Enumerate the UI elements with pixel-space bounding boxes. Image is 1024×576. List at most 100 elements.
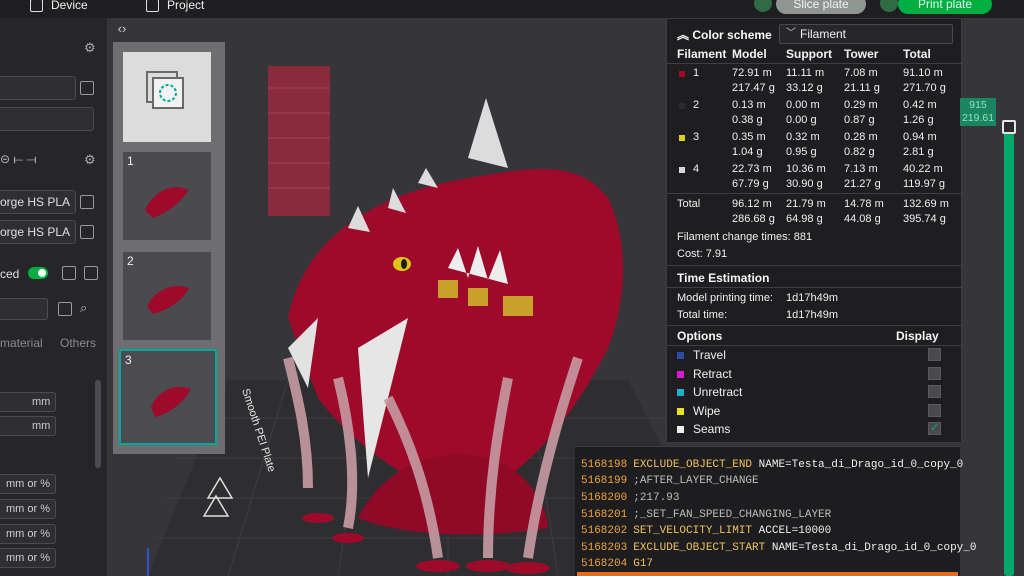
dragon-pupil [401, 259, 407, 269]
gcode-args: ACCEL=10000 [752, 525, 832, 537]
total-g: 2.81 g [903, 146, 934, 158]
seams-checkbox-checked-icon[interactable]: ✓ [928, 422, 941, 435]
wipe-checkbox[interactable] [928, 404, 941, 417]
total-g: 271.70 g [903, 82, 946, 94]
yellow-band-1 [438, 280, 458, 298]
color-scheme-title[interactable]: ︽ Color scheme [677, 26, 772, 43]
layer-slider-track[interactable] [1004, 124, 1014, 576]
search-icon[interactable]: ⌕ [80, 300, 87, 316]
model-g: 1.04 g [732, 146, 763, 158]
filament-swatch-1 [679, 71, 685, 77]
plate-number-2: 2 [127, 254, 134, 268]
col-total: Total [903, 47, 931, 61]
color-scheme-select[interactable]: ﹀ Filament [779, 24, 953, 44]
model-g: 286.68 g [732, 213, 775, 225]
slice-plate-button[interactable]: Slice plate [776, 0, 866, 14]
total-time-label: Total time: [677, 309, 728, 321]
total-g: 119.97 g [903, 178, 946, 190]
yellow-band-2 [468, 288, 488, 306]
tower-m: 7.13 m [844, 163, 878, 175]
support-m: 11.11 m [786, 67, 825, 79]
options-title: Options [677, 329, 723, 343]
print-dropdown-icon[interactable] [880, 0, 898, 12]
unit-label-2: mm [32, 420, 51, 432]
gcode-keyword: SET_VELOCITY_LIMIT [633, 525, 753, 537]
filament-1-edit-icon[interactable] [80, 195, 94, 209]
display-column-label: Display [896, 329, 939, 343]
model-g: 67.79 g [732, 178, 769, 190]
left-panel-scrollbar[interactable] [95, 380, 101, 468]
model-m: 0.13 m [732, 99, 766, 111]
unretract-checkbox[interactable] [928, 385, 941, 398]
total-g: 395.74 g [903, 213, 946, 225]
col-support: Support [786, 47, 832, 61]
layer-slider-handle[interactable] [1002, 120, 1016, 134]
unit-label-3: mm or % [6, 478, 50, 490]
tab-project[interactable]: Project [146, 0, 204, 12]
yellow-band-3 [503, 296, 533, 316]
plate-thumb-1[interactable]: 1 [123, 152, 211, 240]
printer-select[interactable] [0, 76, 76, 100]
model-g: 217.47 g [732, 82, 775, 94]
gcode-line: 5168198 EXCLUDE_OBJECT_END NAME=Testa_di_… [581, 459, 963, 471]
plate-list: 1 2 3 [113, 42, 225, 454]
total-m: 91.10 m [903, 67, 943, 79]
plate-thumb-2[interactable]: 2 [123, 252, 211, 340]
save-icon[interactable] [58, 302, 72, 316]
slicer-app: Device Project Slice plate Print plate ⚙… [0, 0, 1024, 576]
tab-device[interactable]: Device [30, 0, 88, 12]
filament-2-edit-icon[interactable] [80, 225, 94, 239]
support-m: 10.36 m [786, 163, 826, 175]
retract-checkbox[interactable] [928, 367, 941, 380]
time-divider [667, 265, 963, 266]
plate-thumb-3[interactable]: 3 [119, 349, 217, 445]
plate-1-model [145, 187, 189, 218]
total-row-label: Total [677, 198, 701, 210]
cost-value: Cost: 7.91 [677, 248, 728, 260]
print-plate-button[interactable]: Print plate [898, 0, 992, 14]
tab-material[interactable]: material [0, 336, 43, 350]
filament-swatch-2 [679, 103, 685, 109]
filament-settings-icon[interactable]: ⚙ [84, 152, 98, 167]
layer-height: 219.61 [961, 112, 995, 124]
process-icon[interactable] [84, 266, 98, 280]
col-model: Model [732, 47, 767, 61]
total-m: 40.22 m [903, 163, 943, 175]
filament-id: 3 [693, 131, 700, 143]
color-scheme-panel: ︽ Color scheme ﹀ Filament Filament Model… [666, 18, 963, 443]
total-m: 132.69 m [903, 198, 949, 210]
filament-id: 2 [693, 99, 700, 111]
gcode-line-number: 5168203 [581, 542, 628, 554]
option-label-retract: Retract [693, 367, 732, 381]
compare-icon[interactable] [62, 266, 76, 280]
travel-checkbox[interactable] [928, 348, 941, 361]
prime-tower [268, 66, 330, 216]
plate-type-select[interactable] [0, 107, 94, 131]
tower-m: 0.29 m [844, 99, 878, 111]
tower-m: 7.08 m [844, 67, 878, 79]
edit-icon[interactable] [80, 81, 94, 95]
unit-label-4: mm or % [6, 503, 50, 515]
advanced-toggle[interactable] [28, 267, 48, 279]
options-subdivider [667, 345, 963, 346]
gcode-comment: ;217.93 [633, 492, 680, 504]
support-g: 0.95 g [786, 146, 817, 158]
tab-project-label: Project [167, 0, 205, 12]
tower-g: 21.11 g [844, 82, 880, 94]
options-divider [667, 325, 963, 326]
process-search-input[interactable] [0, 298, 48, 320]
collapse-sidebar-icon[interactable]: ‹› [112, 18, 132, 38]
spike-1 [418, 168, 438, 188]
model-m: 96.12 m [732, 198, 772, 210]
plate-number-3: 3 [125, 353, 132, 367]
slice-dropdown-icon[interactable] [754, 0, 772, 12]
support-g: 64.98 g [786, 213, 823, 225]
gcode-line-number: 5168199 [581, 475, 628, 487]
tab-others[interactable]: Others [60, 336, 96, 350]
unretract-swatch [677, 389, 684, 396]
settings-sliders-icon[interactable]: ⚙ [84, 40, 98, 55]
support-g: 30.90 g [786, 178, 823, 190]
all-plates-thumb[interactable] [123, 52, 211, 142]
tab-device-label: Device [51, 0, 88, 12]
time-subdivider [667, 287, 963, 288]
